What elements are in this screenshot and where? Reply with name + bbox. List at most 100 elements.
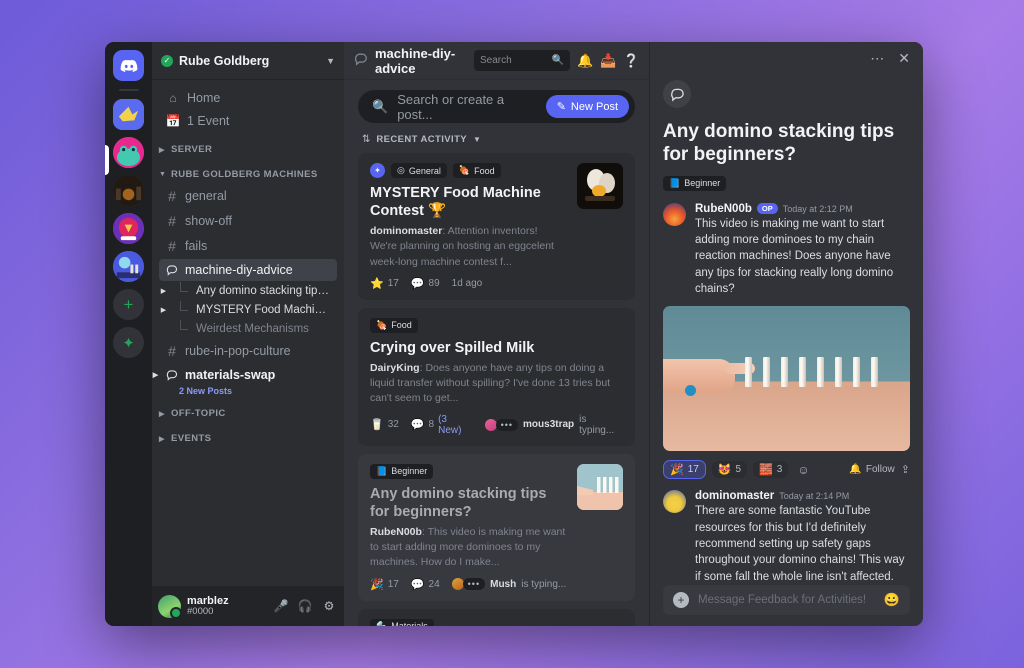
post-preview: DairyKing: Does anyone have any tips on … [370, 362, 611, 405]
sidebar-item-general[interactable]: # general [159, 184, 337, 208]
post-tag[interactable]: ◎ General [391, 163, 447, 178]
category-events[interactable]: ▶ EVENTS [155, 431, 337, 446]
forum-search-bar[interactable]: 🔍 Search or create a post... ✎ New Post [358, 90, 635, 123]
sidebar-item-events[interactable]: 📅 1 Event [159, 110, 337, 132]
table-row[interactable]: 🔩 Materials Weirdest Mechanisms potatoba… [358, 608, 635, 626]
message-author[interactable]: dominomaster [695, 490, 774, 502]
count: 32 [387, 419, 399, 431]
sidebar-item-materials-swap[interactable]: ▶ materials-swap [153, 364, 337, 386]
category-rube-goldberg-machines[interactable]: ▼ RUBE GOLDBERG MACHINES [155, 167, 337, 182]
reaction-chip[interactable]: 😻 5 [711, 461, 748, 479]
reaction-chip[interactable]: 🎉 17 [663, 460, 706, 480]
comment-icon: 💬 [410, 419, 425, 432]
server-icon-4[interactable] [113, 213, 144, 244]
table-row[interactable]: 🍖 Food Crying over Spilled Milk DairyKin… [358, 307, 635, 446]
category-server[interactable]: ▶ SERVER [155, 142, 337, 157]
reaction-count[interactable]: 🎉 17 [370, 578, 399, 591]
reaction-count[interactable]: 🥛 32 [370, 418, 399, 431]
count: 17 [387, 277, 399, 289]
add-reaction-icon[interactable]: ☺ [794, 461, 812, 479]
message-attachment-image[interactable] [663, 306, 910, 452]
home-button[interactable] [113, 50, 144, 81]
search-input[interactable]: Search 🔍 [474, 50, 570, 71]
post-title: Any domino stacking tips for beginners? [370, 485, 547, 520]
new-post-label: New Post [570, 100, 618, 113]
discord-window: + ✦ ✓ Rube Goldberg ▼ ⌂ Home 📅 1 Event ▶… [105, 42, 923, 626]
message-text: There are some fantastic YouTube resourc… [695, 505, 905, 583]
sort-control[interactable]: ⇅ RECENT ACTIVITY ▼ [358, 134, 635, 153]
chevron-right-icon: ▶ [160, 307, 167, 314]
server-icon-3[interactable] [113, 175, 144, 206]
category-off-topic[interactable]: ▶ OFF-TOPIC [155, 406, 337, 421]
composer-area: + Message Feedback for Activities! 😀 [650, 585, 923, 626]
user-panel: marblez #0000 🎤 🎧 ⚙ [152, 586, 344, 626]
mic-icon[interactable]: 🎤 [272, 599, 290, 613]
share-icon[interactable]: ⇪ [901, 463, 910, 476]
post-tag[interactable]: 🍖 Food [370, 317, 418, 333]
table-row[interactable]: 📘 Beginner Any domino stacking tips for … [358, 453, 635, 601]
forum-post-list[interactable]: 🔍 Search or create a post... ✎ New Post … [344, 80, 649, 626]
bell-icon[interactable]: 🔔 [577, 53, 593, 69]
close-icon[interactable]: ✕ [898, 50, 910, 67]
tag-label: Beginner [684, 178, 721, 189]
post-tag[interactable]: 🔩 Materials [370, 618, 434, 626]
thread-messages[interactable]: Any domino stacking tips for beginners? … [650, 74, 923, 585]
sidebar-thread-weirdest-mechanisms[interactable]: ▶ Weirdest Mechanisms [159, 320, 337, 338]
server-icon-1[interactable] [113, 99, 144, 130]
message-input[interactable]: Message Feedback for Activities! [698, 594, 875, 606]
typing-username: Mush [490, 578, 517, 590]
table-row[interactable]: ✦ ◎ General 🍖 Food MYSTERY Food Machine … [358, 153, 635, 300]
inbox-icon[interactable]: 📥 [600, 53, 616, 69]
emoji-icon[interactable]: 😀 [884, 592, 900, 608]
sidebar-item-machine-diy-advice[interactable]: machine-diy-advice [159, 259, 337, 281]
sidebar-thread-mystery-food[interactable]: ▶ MYSTERY Food Machine... [159, 301, 337, 319]
post-meta: 🥛 32 💬 8 (3 New) ••• mous3trap is typing… [370, 414, 623, 436]
sidebar-item-show-off[interactable]: # show-off [159, 209, 337, 233]
sidebar-item-home[interactable]: ⌂ Home [159, 87, 337, 109]
count: 89 [428, 277, 440, 289]
message-author[interactable]: RubeN00b [695, 203, 752, 215]
server-icon-2[interactable] [113, 137, 144, 168]
forum-search-input[interactable]: Search or create a post... [397, 92, 537, 122]
add-server-button[interactable]: + [113, 289, 144, 320]
hash-icon: # [168, 213, 176, 229]
sidebar-thread-domino-tips[interactable]: ▶ Any domino stacking tips... [159, 282, 337, 300]
more-options-icon[interactable]: ⋯ [870, 50, 884, 67]
avatar[interactable] [663, 490, 686, 514]
new-post-button[interactable]: ✎ New Post [545, 95, 629, 118]
chevron-right-icon: ▶ [152, 372, 159, 379]
avatar [484, 418, 497, 431]
help-icon[interactable]: ❔ [623, 53, 639, 69]
post-title: MYSTERY Food Machine Contest 🏆 [370, 185, 541, 220]
tag-icon: 🔩 [376, 620, 388, 626]
post-author: dominomaster [370, 225, 443, 238]
sidebar-item-fails[interactable]: # fails [159, 234, 337, 258]
avatar[interactable] [158, 594, 182, 619]
tag-icon: 🍖 [458, 165, 471, 175]
add-attachment-icon[interactable]: + [673, 592, 689, 608]
verified-badge-icon: ✓ [161, 54, 173, 67]
sidebar-item-rube-in-pop-culture[interactable]: # rube-in-pop-culture [159, 339, 337, 363]
post-meta: 🎉 17 💬 24 ••• Mush is typing... [370, 578, 567, 591]
avatar[interactable] [663, 202, 686, 226]
user-identity[interactable]: marblez #0000 [187, 595, 266, 618]
explore-servers-button[interactable]: ✦ [113, 327, 144, 358]
new-posts-badge[interactable]: 2 New Posts [179, 386, 344, 396]
thread-tag[interactable]: 📘 Beginner [663, 175, 727, 191]
post-tag[interactable]: 🍖 Food [452, 163, 501, 178]
follow-button[interactable]: 🔔 Follow [849, 464, 894, 475]
message-composer[interactable]: + Message Feedback for Activities! 😀 [663, 585, 910, 615]
reaction-chip[interactable]: 🧱 3 [753, 461, 789, 479]
domino-graphic [781, 357, 788, 388]
server-header-dropdown[interactable]: ✓ Rube Goldberg ▼ [152, 42, 344, 80]
typing-dots-icon: ••• [462, 578, 486, 591]
calendar-icon: 📅 [165, 114, 181, 128]
search-icon: 🔍 [372, 98, 389, 114]
follow-label: Follow [865, 464, 895, 476]
headphones-icon[interactable]: 🎧 [296, 599, 314, 613]
channel-list[interactable]: ⌂ Home 📅 1 Event ▶ SERVER ▼ RUBE GOLDBER… [152, 80, 344, 586]
server-icon-5-active[interactable] [113, 251, 144, 282]
reaction-count[interactable]: ⭐ 17 [370, 277, 399, 290]
gear-icon[interactable]: ⚙ [320, 599, 338, 613]
post-tag[interactable]: 📘 Beginner [370, 463, 434, 479]
